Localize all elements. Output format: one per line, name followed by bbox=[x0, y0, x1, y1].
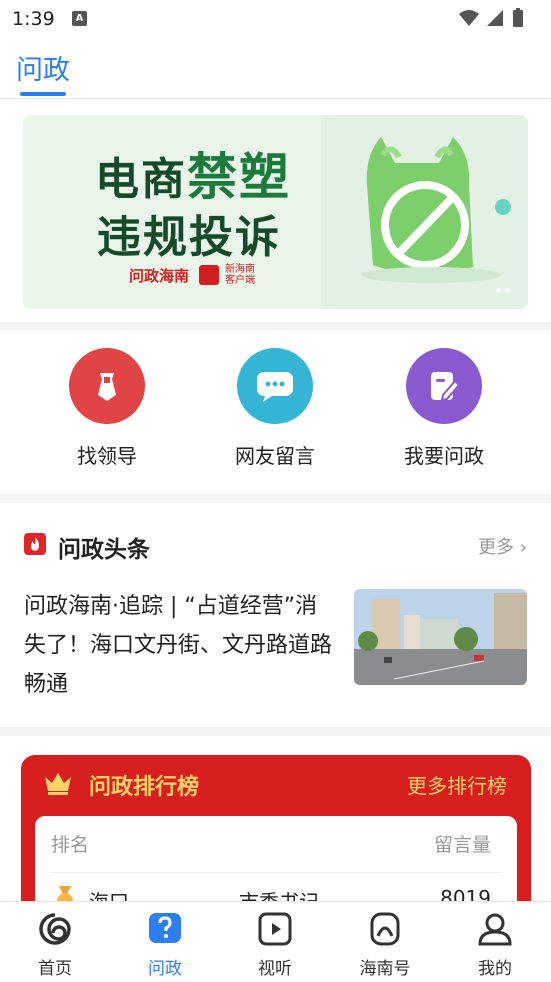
quick-action-ask[interactable]: 我要问政 bbox=[384, 348, 504, 469]
status-bar: 1:39 A bbox=[0, 0, 551, 38]
banner-line2: 违规投诉 bbox=[97, 212, 281, 263]
quick-action-label: 找领导 bbox=[77, 444, 137, 468]
edit-doc-icon bbox=[406, 348, 482, 424]
chat-icon bbox=[237, 348, 313, 424]
top-tab-bar: 问政 bbox=[0, 38, 551, 99]
tab-wenzheng[interactable]: 问政 bbox=[16, 48, 70, 87]
quick-action-messages[interactable]: 网友留言 bbox=[215, 348, 335, 469]
street-photo bbox=[354, 589, 527, 685]
news-headline[interactable]: 问政海南·追踪 | “占道经营”消失了！海口文丹街、文丹路道路畅通 bbox=[24, 587, 336, 704]
quick-action-label: 网友留言 bbox=[235, 444, 315, 468]
wifi-icon bbox=[459, 10, 479, 26]
tie-icon bbox=[69, 348, 145, 424]
news-thumbnail[interactable] bbox=[354, 589, 527, 685]
quick-action-find-leader[interactable]: 找领导 bbox=[47, 348, 167, 469]
tab-media[interactable]: 视听 bbox=[235, 912, 315, 979]
tab-wenzheng-bottom[interactable]: 问政 bbox=[125, 912, 205, 979]
bottom-tab-bar: 首页 问政 视听 海南号 我的 bbox=[0, 901, 551, 982]
status-time: 1:39 bbox=[12, 8, 55, 30]
home-swirl-icon bbox=[39, 913, 71, 945]
tab-label: 首页 bbox=[38, 959, 72, 979]
banner-section: 电商禁塑 违规投诉 问政海南 新海南 客户端 bbox=[0, 99, 551, 322]
banner-brand-wenzheng: 问政海南 bbox=[129, 267, 190, 285]
play-icon bbox=[258, 912, 292, 946]
divider bbox=[51, 872, 501, 873]
notification-icon: A bbox=[72, 11, 87, 26]
ranking-title: 问政排行榜 bbox=[89, 775, 200, 800]
hainan-icon bbox=[370, 912, 400, 946]
tab-home[interactable]: 首页 bbox=[15, 912, 95, 979]
banner-carousel[interactable]: 电商禁塑 违规投诉 问政海南 新海南 客户端 bbox=[23, 115, 528, 309]
ranking-col-count: 留言量 bbox=[433, 834, 491, 856]
quick-action-label: 我要问政 bbox=[404, 444, 484, 468]
ranking-section: 问政排行榜 更多排行榜 排名 留言量 海口 市委书记 8019 bbox=[0, 736, 551, 966]
tab-label: 海南号 bbox=[359, 959, 411, 979]
question-icon bbox=[149, 913, 181, 943]
crown-icon bbox=[45, 773, 71, 795]
chevron-right-icon: › bbox=[519, 537, 527, 558]
banner-line1-a: 电商 bbox=[95, 154, 187, 205]
flame-icon bbox=[24, 533, 46, 555]
tab-label: 视听 bbox=[258, 959, 292, 979]
system-status-icons bbox=[459, 8, 523, 27]
banner-brand-client: 新海南 客户端 bbox=[225, 264, 255, 286]
tab-label: 我的 bbox=[478, 959, 512, 979]
carousel-dots bbox=[492, 278, 510, 297]
ranking-more-link[interactable]: 更多排行榜 bbox=[407, 770, 507, 799]
ranking-col-rank: 排名 bbox=[51, 834, 90, 856]
user-icon bbox=[478, 913, 512, 946]
tab-profile[interactable]: 我的 bbox=[455, 912, 535, 979]
news-more-label: 更多 bbox=[478, 537, 515, 558]
banner-line1-b: 禁塑 bbox=[187, 148, 291, 206]
tab-hainan[interactable]: 海南号 bbox=[345, 912, 425, 979]
banner-line1: 电商禁塑 bbox=[95, 137, 291, 209]
battery-icon bbox=[513, 10, 523, 27]
signal-icon bbox=[487, 10, 503, 26]
news-section-title: 问政头条 bbox=[58, 537, 150, 563]
news-more-link[interactable]: 更多 › bbox=[478, 533, 527, 559]
quick-actions: 找领导 网友留言 我要问政 bbox=[0, 330, 551, 494]
news-section: 问政头条 更多 › 问政海南·追踪 | “占道经营”消失了！海口文丹街、文丹路道… bbox=[0, 503, 551, 727]
tab-indicator bbox=[20, 92, 66, 96]
tab-label: 问政 bbox=[148, 959, 182, 979]
banner-brand-logo bbox=[199, 265, 219, 285]
